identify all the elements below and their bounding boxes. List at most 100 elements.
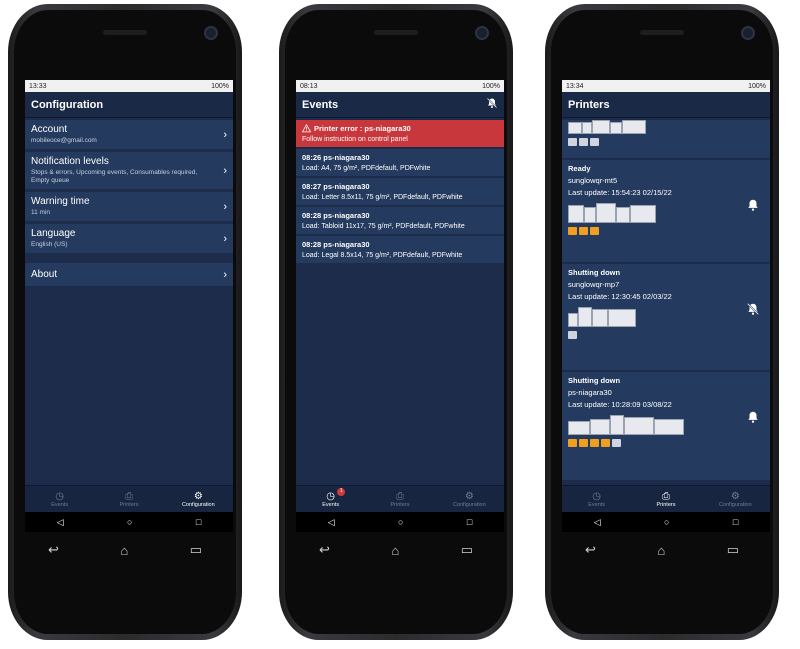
warning-icon (568, 227, 577, 235)
bell-icon[interactable] (746, 410, 760, 429)
printer-image (568, 307, 638, 327)
android-nav-bar: ◁ ○ □ (25, 512, 233, 532)
status-battery: 100% (211, 82, 229, 90)
event-item[interactable]: 08:28 ps-niagara30 Load: Legal 8.5x14, 7… (296, 236, 504, 263)
speaker-grille (103, 30, 147, 35)
android-nav-bar: ◁ ○ □ (562, 512, 770, 532)
printer-card-partial[interactable] (562, 120, 770, 158)
page-title: Configuration (31, 98, 104, 111)
tray-icon (601, 439, 610, 447)
recents-icon[interactable]: □ (733, 517, 738, 527)
event-item[interactable]: 08:28 ps-niagara30 Load: Tabloid 11x17, … (296, 207, 504, 234)
bell-icon[interactable] (746, 198, 760, 217)
app-bar: Events (296, 92, 504, 118)
config-item-about[interactable]: About › (25, 263, 233, 286)
printer-card[interactable]: Ready sunglowqr-mt5 Last update: 15:54:2… (562, 160, 770, 262)
config-item-sub: mobileoce@gmail.com (31, 137, 97, 144)
bell-off-icon[interactable] (746, 302, 760, 321)
chevron-right-icon: › (223, 200, 227, 213)
tab-events[interactable]: ◷ 1 Events (296, 486, 365, 512)
status-time: 13:33 (29, 82, 47, 90)
recents-icon[interactable]: □ (196, 517, 201, 527)
back-icon[interactable]: ◁ (57, 517, 64, 528)
config-item-language[interactable]: Language English (US) › (25, 224, 233, 253)
back-icon[interactable]: ◁ (594, 517, 601, 528)
home-icon[interactable]: ○ (127, 517, 132, 527)
printer-image (568, 120, 658, 134)
config-item-warning-time[interactable]: Warning time 11 min › (25, 192, 233, 221)
page-title: Printers (568, 98, 610, 111)
status-battery: 100% (748, 82, 766, 90)
event-title: 08:28 ps-niagara30 (302, 211, 370, 220)
stapler-icon (612, 439, 621, 447)
printer-name: sunglowqr-mp7 (568, 280, 620, 289)
event-item[interactable]: 08:26 ps-niagara30 Load: A4, 75 g/m², PD… (296, 149, 504, 176)
config-list: Account mobileoce@gmail.com › Notificati… (25, 118, 233, 486)
tab-configuration[interactable]: ⚙ Configuration (435, 486, 504, 512)
hardware-buttons: ↩ ⌂ ▭ (48, 542, 202, 558)
tab-printers[interactable]: ⎙ Printers (631, 486, 700, 512)
printers-list: Ready sunglowqr-mt5 Last update: 15:54:2… (562, 118, 770, 486)
paper-icon (579, 227, 588, 235)
clock-icon: ◷ (55, 490, 65, 502)
error-alert[interactable]: Printer error : ps-niagara30 Follow inst… (296, 120, 504, 147)
printer-last-update: Last update: 12:30:45 02/03/22 (568, 292, 672, 301)
printer-state: Shutting down (568, 376, 621, 385)
printer-card[interactable]: Shutting down ps-niagara30 Last update: … (562, 372, 770, 480)
chevron-right-icon: › (223, 128, 227, 141)
home-icon: ⌂ (657, 542, 666, 558)
printer-last-update: Last update: 15:54:23 02/15/22 (568, 188, 672, 197)
tab-label: Events (51, 501, 69, 508)
tab-label: Events (588, 501, 606, 508)
gear-icon: ⚙ (730, 490, 740, 502)
screen: 08:13 100% Events Printer error : ps-nia… (296, 80, 504, 532)
tab-events[interactable]: ◷ Events (562, 486, 631, 512)
event-sub: Load: A4, 75 g/m², PDFdefault, PDFwhite (302, 165, 431, 172)
printer-image (568, 203, 658, 223)
tab-events[interactable]: ◷ Events (25, 486, 94, 512)
tray-icon (590, 227, 599, 235)
printer-icon: ⎙ (395, 490, 404, 502)
chevron-right-icon: › (223, 268, 227, 281)
camera-icon (204, 26, 218, 40)
phone-configuration: 13:33 100% Configuration Account mobileo… (8, 4, 242, 640)
event-item[interactable]: 08:27 ps-niagara30 Load: Letter 8.5x11, … (296, 178, 504, 205)
recents-icon[interactable]: □ (467, 517, 472, 527)
config-item-notification-levels[interactable]: Notification levels Stops & errors, Upco… (25, 152, 233, 189)
hardware-buttons: ↩ ⌂ ▭ (319, 542, 473, 558)
bell-off-icon[interactable] (486, 97, 498, 112)
config-item-title: Notification levels (31, 156, 109, 167)
speaker-grille (640, 30, 684, 35)
printer-card[interactable]: Shutting down sunglowqr-mp7 Last update:… (562, 264, 770, 370)
toner-icon (568, 138, 577, 146)
home-icon: ⌂ (120, 542, 129, 558)
back-icon[interactable]: ◁ (328, 517, 335, 528)
tab-label: Configuration (718, 501, 752, 508)
config-item-account[interactable]: Account mobileoce@gmail.com › (25, 120, 233, 149)
tray-icon (568, 439, 577, 447)
camera-icon (741, 26, 755, 40)
paper-icon (579, 138, 588, 146)
app-bar: Configuration (25, 92, 233, 118)
tab-bar: ◷ Events ⎙ Printers ⚙ Configuration (562, 485, 770, 512)
tab-printers[interactable]: ⎙ Printers (94, 486, 163, 512)
tab-bar: ◷ Events ⎙ Printers ⚙ Configuration (25, 485, 233, 512)
recents-icon: ▭ (189, 542, 202, 557)
tab-label: Printers (656, 501, 676, 508)
status-time: 13:34 (566, 82, 584, 90)
status-time: 08:13 (300, 82, 318, 90)
tab-configuration[interactable]: ⚙ Configuration (164, 486, 233, 512)
alert-title: Printer error : ps-niagara30 (314, 124, 411, 133)
config-item-title: Warning time (31, 196, 90, 207)
tab-bar: ◷ 1 Events ⎙ Printers ⚙ Configuration (296, 485, 504, 512)
tray-icon (579, 439, 588, 447)
status-icons (568, 138, 764, 146)
tab-configuration[interactable]: ⚙ Configuration (701, 486, 770, 512)
status-icons (568, 331, 764, 339)
tab-printers[interactable]: ⎙ Printers (365, 486, 434, 512)
home-icon[interactable]: ○ (398, 517, 403, 527)
chevron-right-icon: › (223, 164, 227, 177)
page-title: Events (302, 98, 339, 111)
status-icons (568, 227, 764, 235)
home-icon[interactable]: ○ (664, 517, 669, 527)
